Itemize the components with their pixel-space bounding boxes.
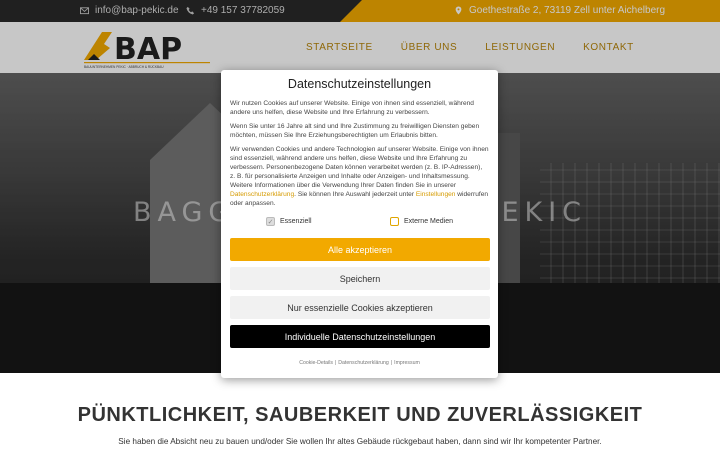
- accept-essential-button[interactable]: Nur essenzielle Cookies akzeptieren: [230, 296, 490, 319]
- section-headline: PÜNKTLICHKEIT, SAUBERKEIT UND ZUVERLÄSSI…: [77, 404, 643, 426]
- essential-label: Essenziell: [280, 218, 312, 225]
- section-intro-text: Sie haben die Absicht neu zu bauen und/o…: [118, 437, 602, 446]
- cookie-dialog-title: Datenschutzeinstellungen: [287, 77, 432, 91]
- settings-link[interactable]: Einstellungen: [416, 191, 456, 198]
- external-media-label[interactable]: Externe Medien: [404, 218, 453, 225]
- imprint-link[interactable]: Impressum: [394, 360, 420, 366]
- essential-checkbox: ✓: [266, 217, 275, 226]
- save-button[interactable]: Speichern: [230, 267, 490, 290]
- cookie-categories: ✓ Essenziell Externe Medien: [230, 217, 489, 226]
- cookie-paragraph-3-text-a: Wir verwenden Cookies und andere Technol…: [230, 146, 489, 189]
- privacy-footer-link[interactable]: Datenschutzerklärung: [338, 360, 388, 366]
- cookie-paragraph-1: Wir nutzen Cookies auf unserer Website. …: [230, 100, 474, 116]
- external-media-checkbox-row[interactable]: Externe Medien: [389, 217, 453, 226]
- cookie-paragraph-3-text-b: . Sie können Ihre Auswahl jederzeit unte…: [294, 191, 416, 198]
- essential-checkbox-row: ✓ Essenziell: [266, 217, 312, 226]
- cookie-paragraph-3: Wir verwenden Cookies und andere Technol…: [230, 145, 489, 208]
- cookie-footer-links: Cookie-Details | Datenschutzerklärung | Impr…: [299, 360, 420, 366]
- accept-all-button[interactable]: Alle akzeptieren: [230, 238, 490, 261]
- privacy-policy-link[interactable]: Datenschutzerklärung: [230, 191, 294, 198]
- cookie-paragraph-2: Wenn Sie unter 16 Jahre alt sind und Ihr…: [230, 123, 480, 139]
- cookie-consent-dialog: Datenschutzeinstellungen Wir nutzen Cook…: [221, 70, 498, 378]
- external-media-checkbox[interactable]: [389, 217, 399, 226]
- cookie-details-link[interactable]: Cookie-Details: [299, 360, 333, 366]
- individual-settings-button[interactable]: Individuelle Datenschutzeinstellungen: [230, 325, 490, 348]
